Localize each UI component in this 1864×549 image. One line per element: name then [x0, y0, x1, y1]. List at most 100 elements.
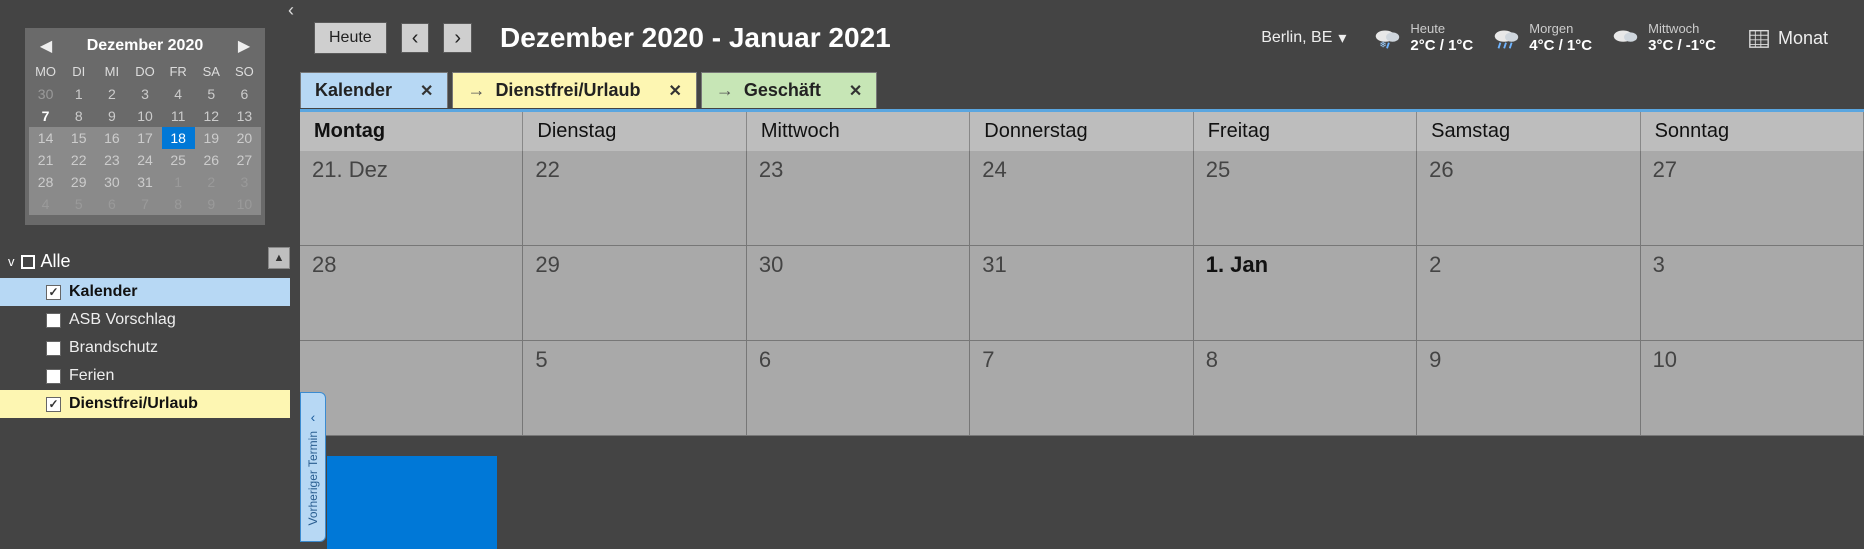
minical-day[interactable]: 13	[228, 105, 261, 127]
minical-day[interactable]: 8	[62, 105, 95, 127]
day-cell[interactable]: 10	[1641, 341, 1864, 436]
minical-day[interactable]: 2	[95, 83, 128, 105]
minical-day[interactable]: 15	[62, 127, 95, 149]
calendar-list-item[interactable]: ✓ Kalender	[0, 278, 290, 306]
minical-title: Dezember 2020	[87, 37, 204, 55]
minical-day[interactable]: 28	[29, 171, 62, 193]
day-cell[interactable]: 22	[523, 151, 746, 246]
minical-day[interactable]: 22	[62, 149, 95, 171]
checkbox[interactable]: ✓	[46, 285, 61, 300]
minical-day[interactable]: 20	[228, 127, 261, 149]
minical-day[interactable]: 27	[228, 149, 261, 171]
day-cell[interactable]: 25	[1194, 151, 1417, 246]
minical-day[interactable]: 18	[162, 127, 195, 149]
weather-day[interactable]: Mittwoch3°C / -1°C	[1610, 22, 1716, 54]
day-cell[interactable]: 8	[1194, 341, 1417, 436]
minical-day[interactable]: 8	[162, 193, 195, 215]
weather-day[interactable]: ❄Heute2°C / 1°C	[1372, 22, 1473, 54]
calendar-list-item-label: Kalender	[69, 283, 137, 301]
calendar-list-item[interactable]: ✓Dienstfrei/Urlaub	[0, 390, 290, 418]
day-cell[interactable]	[300, 341, 523, 436]
scroll-up-button[interactable]: ▲	[268, 247, 290, 269]
day-cell[interactable]: 24	[970, 151, 1193, 246]
day-number: 25	[1206, 157, 1230, 182]
minical-day[interactable]: 24	[128, 149, 161, 171]
day-cell[interactable]: 23	[747, 151, 970, 246]
minical-day[interactable]: 5	[62, 193, 95, 215]
selected-day-block[interactable]	[327, 456, 497, 549]
minical-day[interactable]: 11	[162, 105, 195, 127]
minical-day[interactable]: 26	[195, 149, 228, 171]
day-cell[interactable]: 29	[523, 246, 746, 341]
previous-appointment-handle[interactable]: ‹ Vorheriger Termin	[300, 392, 326, 542]
minical-day[interactable]: 6	[228, 83, 261, 105]
close-icon[interactable]: ✕	[849, 81, 862, 101]
minical-day[interactable]: 9	[195, 193, 228, 215]
day-cell[interactable]: 30	[747, 246, 970, 341]
minical-day[interactable]: 5	[195, 83, 228, 105]
location-selector[interactable]: Berlin, BE ▾	[1261, 28, 1346, 48]
next-button[interactable]: ›	[443, 23, 472, 53]
minical-day[interactable]: 23	[95, 149, 128, 171]
close-icon[interactable]: ✕	[420, 81, 433, 101]
rain-icon	[1491, 26, 1521, 50]
calendar-tab[interactable]: Kalender ✕	[300, 72, 448, 108]
day-cell[interactable]: 9	[1417, 341, 1640, 436]
calendar-tab[interactable]: →Geschäft✕	[701, 72, 877, 108]
day-number: 26	[1429, 157, 1453, 182]
checkbox[interactable]	[46, 341, 61, 356]
calendar-list-header[interactable]: v Alle	[0, 247, 290, 276]
day-cell[interactable]: 31	[970, 246, 1193, 341]
minical-day[interactable]: 17	[128, 127, 161, 149]
day-cell[interactable]: 3	[1641, 246, 1864, 341]
calendar-list-item[interactable]: Brandschutz	[0, 334, 290, 362]
day-cell[interactable]: 6	[747, 341, 970, 436]
minical-day[interactable]: 21	[29, 149, 62, 171]
day-cell[interactable]: 27	[1641, 151, 1864, 246]
minical-day[interactable]: 10	[228, 193, 261, 215]
prev-button[interactable]: ‹	[401, 23, 430, 53]
minical-day[interactable]: 12	[195, 105, 228, 127]
minical-day[interactable]: 4	[29, 193, 62, 215]
minical-day[interactable]: 16	[95, 127, 128, 149]
checkbox[interactable]	[46, 313, 61, 328]
checkbox[interactable]	[46, 369, 61, 384]
close-icon[interactable]: ✕	[668, 81, 681, 101]
minical-day[interactable]: 1	[62, 83, 95, 105]
minical-day[interactable]: 1	[162, 171, 195, 193]
day-cell[interactable]: 2	[1417, 246, 1640, 341]
minical-day[interactable]: 4	[162, 83, 195, 105]
view-selector[interactable]: Monat	[1748, 27, 1828, 49]
minical-day[interactable]: 6	[95, 193, 128, 215]
weather-day[interactable]: Morgen4°C / 1°C	[1491, 22, 1592, 54]
caret-down-icon: ▾	[1338, 28, 1346, 48]
minical-prev-button[interactable]: ◀	[37, 36, 55, 56]
calendar-list-item[interactable]: Ferien	[0, 362, 290, 390]
minical-day[interactable]: 14	[29, 127, 62, 149]
calendar-list-item[interactable]: ASB Vorschlag	[0, 306, 290, 334]
day-cell[interactable]: 21. Dez	[300, 151, 523, 246]
minical-day[interactable]: 9	[95, 105, 128, 127]
day-cell[interactable]: 5	[523, 341, 746, 436]
minical-day[interactable]: 3	[228, 171, 261, 193]
minical-day[interactable]: 30	[95, 171, 128, 193]
checkbox[interactable]: ✓	[46, 397, 61, 412]
today-button[interactable]: Heute	[314, 22, 387, 54]
minical-day[interactable]: 7	[29, 105, 62, 127]
minical-day[interactable]: 2	[195, 171, 228, 193]
minical-day[interactable]: 7	[128, 193, 161, 215]
calendar-tab[interactable]: →Dienstfrei/Urlaub✕	[452, 72, 696, 108]
day-cell[interactable]: 1. Jan	[1194, 246, 1417, 341]
minical-next-button[interactable]: ▶	[235, 36, 253, 56]
day-cell[interactable]: 7	[970, 341, 1193, 436]
minical-day[interactable]: 3	[128, 83, 161, 105]
day-cell[interactable]: 28	[300, 246, 523, 341]
minical-day[interactable]: 30	[29, 83, 62, 105]
minical-day[interactable]: 31	[128, 171, 161, 193]
minical-day[interactable]: 10	[128, 105, 161, 127]
minical-day[interactable]: 19	[195, 127, 228, 149]
minical-day[interactable]: 29	[62, 171, 95, 193]
day-cell[interactable]: 26	[1417, 151, 1640, 246]
tab-label: Kalender	[315, 80, 392, 101]
minical-day[interactable]: 25	[162, 149, 195, 171]
